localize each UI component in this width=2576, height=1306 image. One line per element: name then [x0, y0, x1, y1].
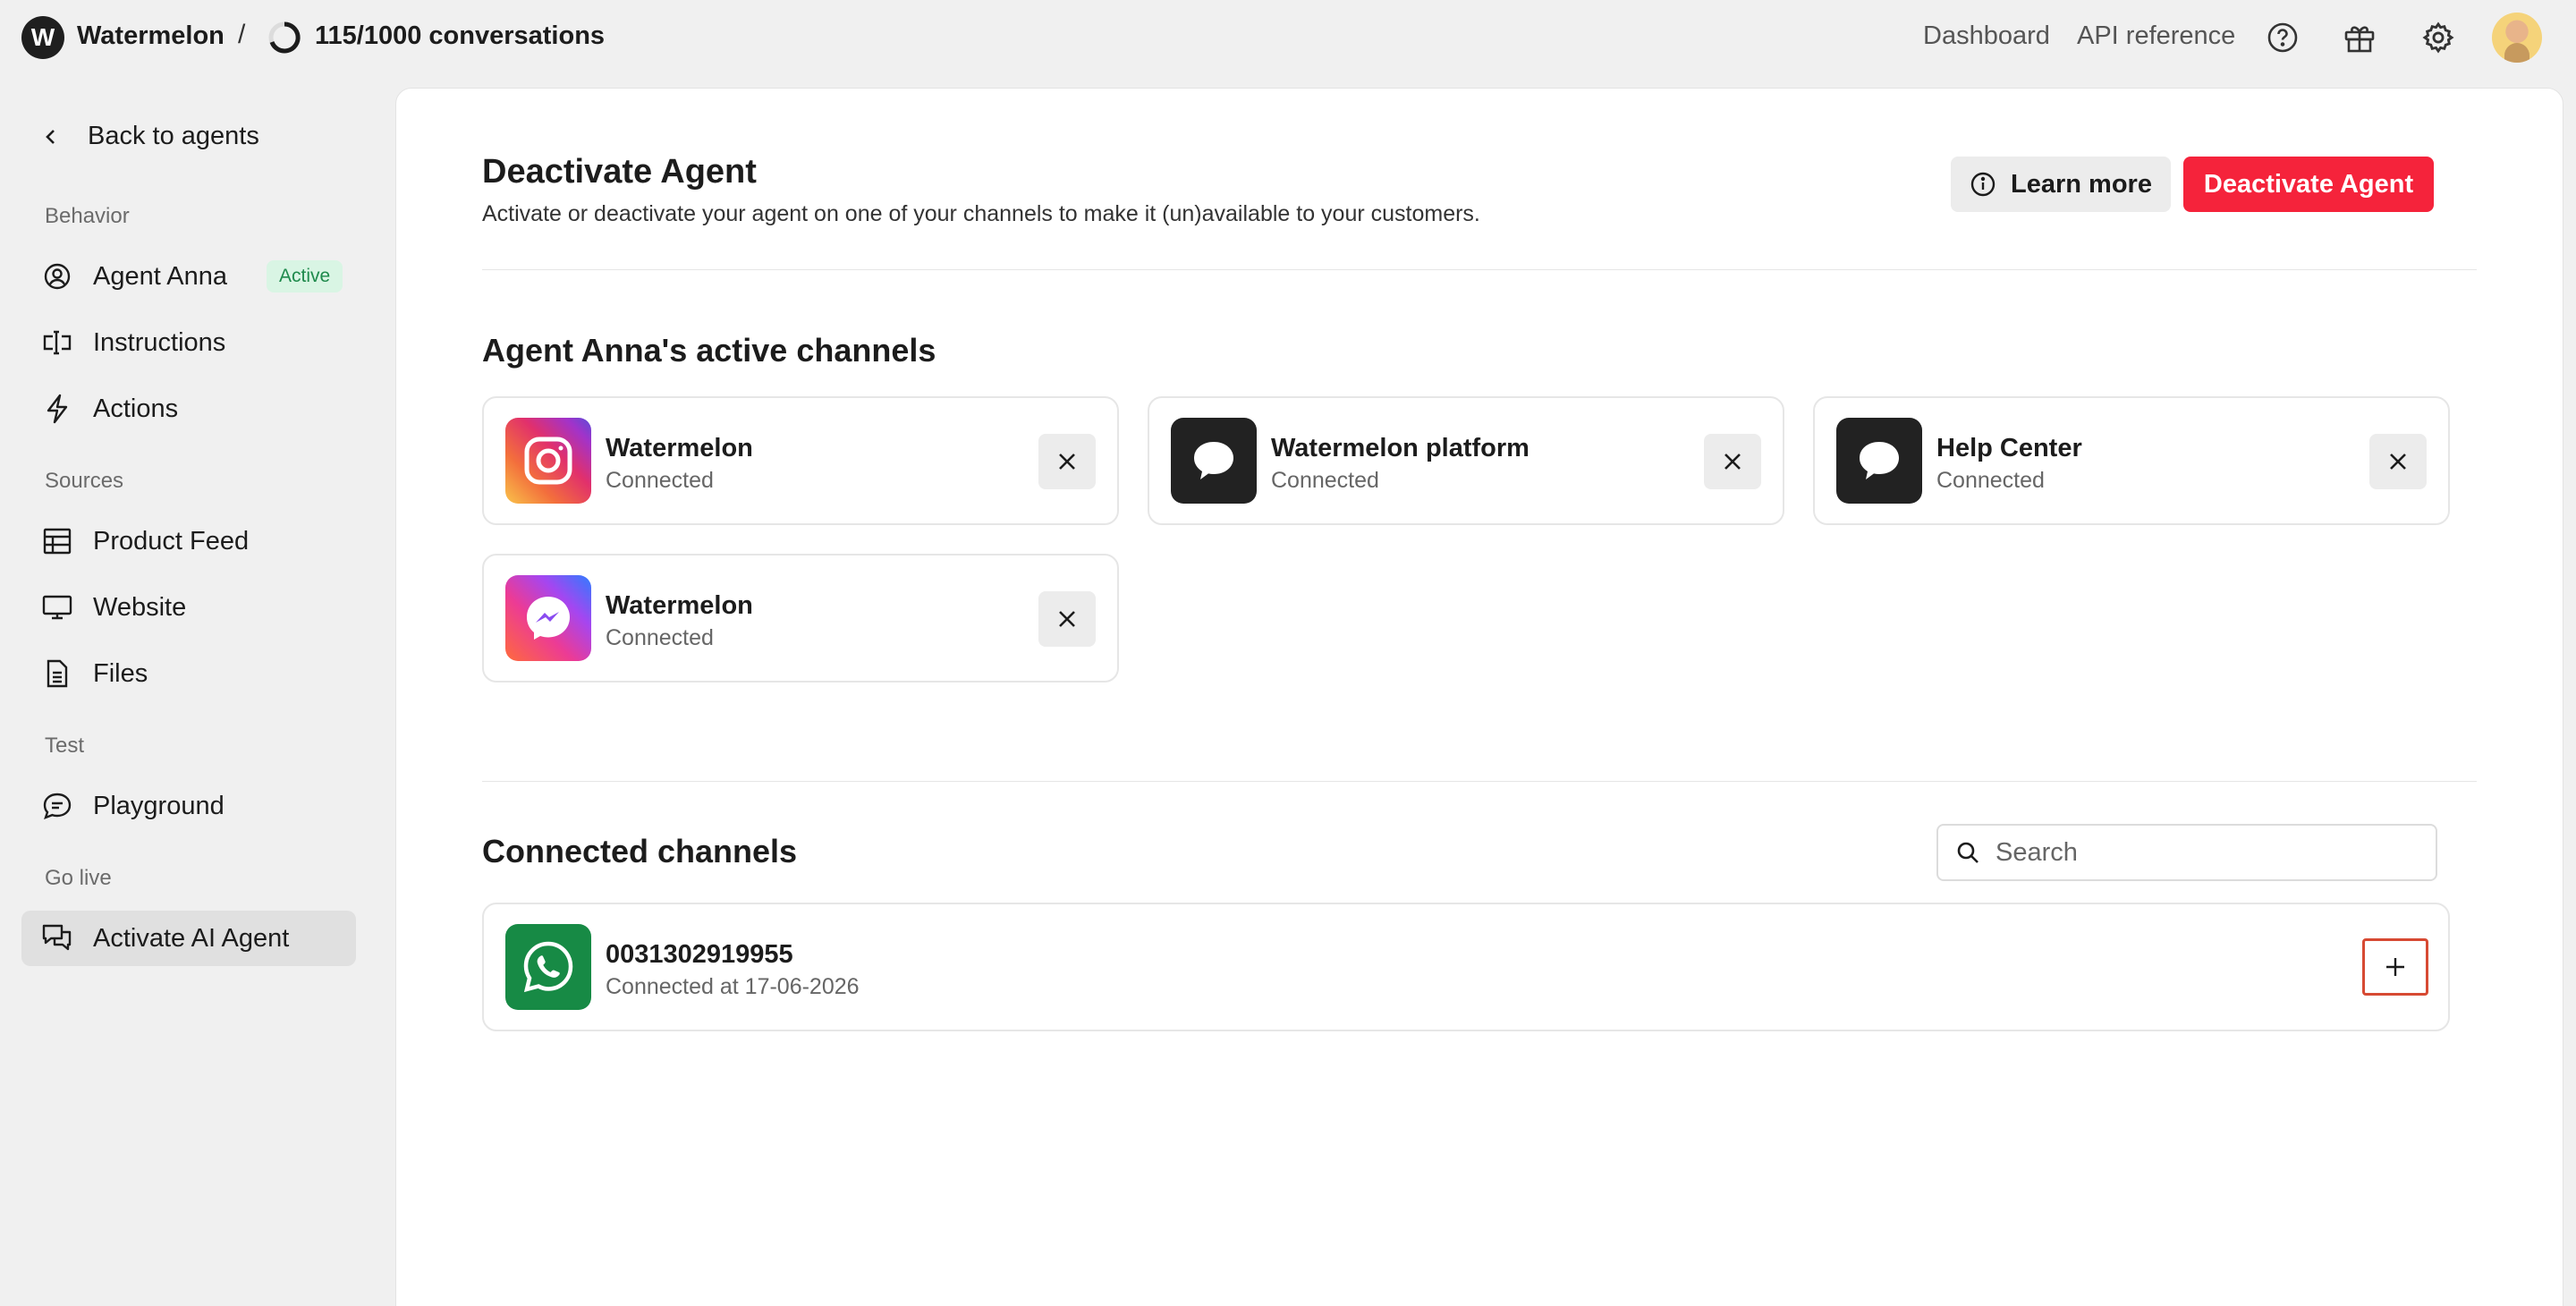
active-channel-card: Watermelon platform Connected: [1148, 396, 1784, 525]
sidebar-item-activate-ai-agent[interactable]: Activate AI Agent: [21, 911, 356, 966]
channel-name: Watermelon: [606, 591, 753, 620]
progress-ring-icon: [267, 20, 302, 55]
channel-name: Watermelon platform: [1271, 434, 1530, 462]
messenger-icon: [505, 575, 591, 661]
help-icon[interactable]: [2263, 18, 2302, 57]
section-behavior: Behavior: [45, 204, 130, 228]
channel-name: Help Center: [1936, 434, 2082, 462]
table-icon: [41, 525, 73, 557]
channel-status: Connected: [1936, 468, 2045, 493]
section-test: Test: [45, 734, 85, 758]
dashboard-link[interactable]: Dashboard: [1923, 21, 2050, 51]
learn-more-button[interactable]: Learn more: [1951, 157, 2171, 212]
sidebar-item-files[interactable]: Files: [21, 646, 356, 701]
brand-name[interactable]: Watermelon: [77, 21, 225, 51]
file-icon: [41, 657, 73, 690]
top-bar: W Watermelon / 115/1000 conversations Da…: [0, 0, 2576, 75]
close-icon: [1059, 454, 1075, 470]
close-icon: [1059, 611, 1075, 627]
search-icon: [1957, 842, 1979, 863]
sidebar-item-label: Files: [93, 658, 148, 688]
search-input[interactable]: [1996, 837, 2407, 868]
close-icon: [1724, 454, 1741, 470]
active-channels-heading: Agent Anna's active channels: [482, 332, 936, 369]
sidebar-item-label: Playground: [93, 791, 225, 820]
active-channel-card: Watermelon Connected: [482, 554, 1119, 683]
add-channel-button[interactable]: [2362, 938, 2428, 996]
bolt-icon: [41, 393, 73, 425]
main-panel: Deactivate Agent Activate or deactivate …: [395, 88, 2563, 1306]
sidebar-item-label: Website: [93, 592, 187, 622]
sidebar-item-website[interactable]: Website: [21, 580, 356, 635]
back-label: Back to agents: [88, 122, 259, 150]
status-badge: Active: [266, 260, 343, 293]
chat-bubble-icon: [1836, 418, 1922, 504]
channel-status: Connected: [606, 625, 714, 650]
sidebar-item-instructions[interactable]: Instructions: [21, 315, 356, 370]
page-title: Deactivate Agent: [482, 153, 757, 191]
channel-status: Connected: [1271, 468, 1379, 493]
connected-channels-heading: Connected channels: [482, 833, 798, 869]
divider: [482, 781, 2477, 782]
brand-logo[interactable]: W: [21, 16, 64, 59]
text-cursor-icon: [41, 326, 73, 359]
section-sources: Sources: [45, 469, 124, 493]
page-subtitle: Activate or deactivate your agent on one…: [482, 201, 1480, 226]
channel-status: Connected at 17-06-2026: [606, 974, 860, 999]
chat-icon: [41, 790, 73, 822]
monitor-icon: [41, 591, 73, 623]
remove-channel-button[interactable]: [1038, 434, 1096, 489]
plus-icon: [2386, 958, 2404, 976]
divider: [482, 269, 2477, 270]
sidebar-item-actions[interactable]: Actions: [21, 381, 356, 437]
search-box[interactable]: [1936, 824, 2437, 881]
sidebar-item-product-feed[interactable]: Product Feed: [21, 513, 356, 569]
learn-more-label: Learn more: [2011, 169, 2152, 199]
sidebar-item-agent-anna[interactable]: Agent Anna Active: [21, 249, 356, 304]
remove-channel-button[interactable]: [1038, 591, 1096, 647]
conversation-usage: 115/1000 conversations: [315, 21, 606, 50]
channel-name: Watermelon: [606, 434, 753, 462]
sidebar-item-label: Agent Anna: [93, 261, 227, 291]
breadcrumb-separator: /: [238, 20, 246, 49]
active-channel-card: Help Center Connected: [1813, 396, 2450, 525]
chat-bubble-icon: [1171, 418, 1257, 504]
remove-channel-button[interactable]: [2369, 434, 2427, 489]
whatsapp-icon: [505, 924, 591, 1010]
connected-channel-card: 0031302919955 Connected at 17-06-2026: [482, 903, 2450, 1031]
close-icon: [2390, 454, 2406, 470]
gift-icon[interactable]: [2340, 18, 2379, 57]
sidebar-item-label: Activate AI Agent: [93, 923, 290, 953]
remove-channel-button[interactable]: [1704, 434, 1761, 489]
settings-icon[interactable]: [2419, 18, 2458, 57]
section-go-live: Go live: [45, 866, 112, 890]
chevron-left-icon: [46, 129, 55, 144]
active-channel-card: Watermelon Connected: [482, 396, 1119, 525]
instagram-icon: [505, 418, 591, 504]
back-to-agents-link[interactable]: Back to agents: [43, 122, 259, 151]
user-circle-icon: [41, 260, 73, 293]
sidebar-item-playground[interactable]: Playground: [21, 778, 356, 834]
chats-icon: [41, 922, 73, 954]
avatar[interactable]: [2492, 13, 2542, 63]
info-icon: [1970, 172, 1996, 197]
sidebar-item-label: Product Feed: [93, 526, 250, 555]
deactivate-agent-button[interactable]: Deactivate Agent: [2183, 157, 2434, 212]
sidebar: Back to agents Behavior Agent Anna Activ…: [0, 75, 394, 1306]
api-reference-link[interactable]: API reference: [2077, 21, 2235, 51]
sidebar-item-label: Actions: [93, 394, 179, 423]
channel-name: 0031302919955: [606, 940, 793, 969]
sidebar-item-label: Instructions: [93, 327, 226, 357]
channel-status: Connected: [606, 468, 714, 493]
